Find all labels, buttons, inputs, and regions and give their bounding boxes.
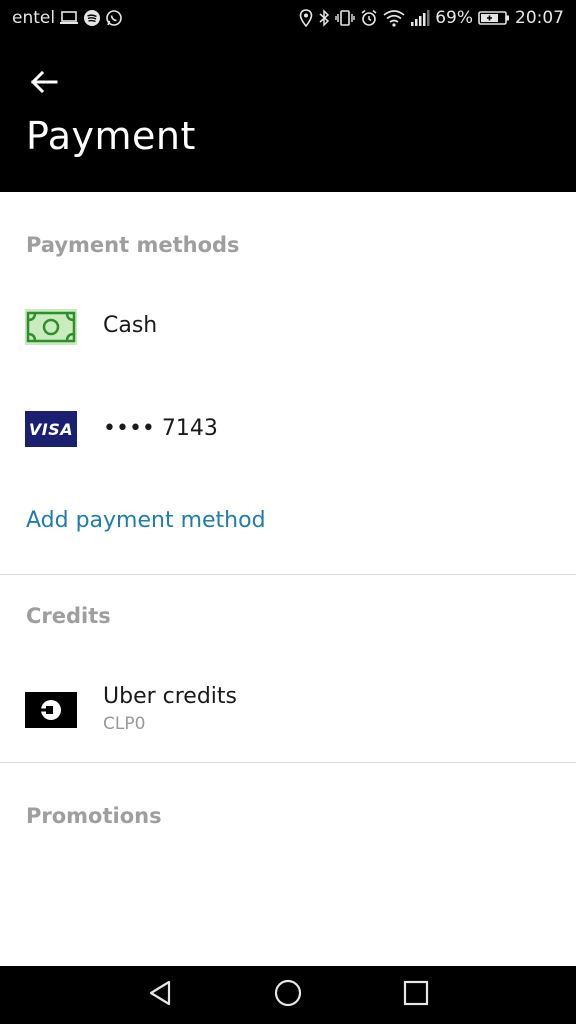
- nav-recents-button[interactable]: [396, 978, 436, 1012]
- spotify-icon: [83, 9, 101, 27]
- credits-item-uber[interactable]: Uber credits CLP0: [0, 680, 576, 740]
- signal-icon: [410, 9, 430, 27]
- nav-back-button[interactable]: [140, 978, 180, 1012]
- payment-item-visa[interactable]: VISA •••• 7143: [0, 402, 576, 456]
- app-bar: Payment: [0, 38, 576, 192]
- credits-item-label: Uber credits: [103, 684, 237, 709]
- bluetooth-icon: [318, 9, 330, 27]
- cash-icon: [25, 309, 77, 345]
- add-payment-method-link[interactable]: Add payment method: [26, 508, 266, 533]
- credits-item-balance: CLP0: [103, 714, 146, 734]
- back-arrow-icon: [30, 70, 58, 98]
- payment-item-label: Cash: [103, 313, 158, 338]
- status-bar: entel 69% 20:07: [0, 0, 576, 38]
- home-circle-icon: [273, 978, 303, 1012]
- promotions-header: Promotions: [26, 804, 162, 828]
- battery-icon: [478, 9, 510, 27]
- navigation-bar: [0, 966, 576, 1024]
- page-title: Payment: [26, 114, 196, 158]
- carrier-name: entel: [12, 8, 56, 28]
- laptop-icon: [59, 10, 79, 26]
- wifi-icon: [383, 9, 405, 27]
- recents-square-icon: [403, 980, 429, 1010]
- status-bar-right: 69% 20:07: [299, 8, 564, 28]
- uber-icon: [25, 692, 77, 728]
- payment-methods-header: Payment methods: [26, 233, 240, 257]
- clock: 20:07: [515, 8, 564, 28]
- back-triangle-icon: [147, 979, 173, 1011]
- payment-item-label: •••• 7143: [103, 416, 218, 441]
- visa-icon: VISA: [25, 411, 77, 447]
- battery-percent: 69%: [435, 8, 473, 28]
- nav-home-button[interactable]: [268, 978, 308, 1012]
- location-icon: [299, 9, 313, 27]
- section-divider: [0, 762, 576, 763]
- alarm-icon: [360, 9, 378, 27]
- section-divider: [0, 574, 576, 575]
- whatsapp-icon: [105, 9, 123, 27]
- vibrate-icon: [335, 9, 355, 27]
- back-button[interactable]: [22, 62, 66, 106]
- credits-header: Credits: [26, 604, 111, 628]
- status-bar-left: entel: [12, 8, 123, 28]
- payment-item-cash[interactable]: Cash: [0, 300, 576, 354]
